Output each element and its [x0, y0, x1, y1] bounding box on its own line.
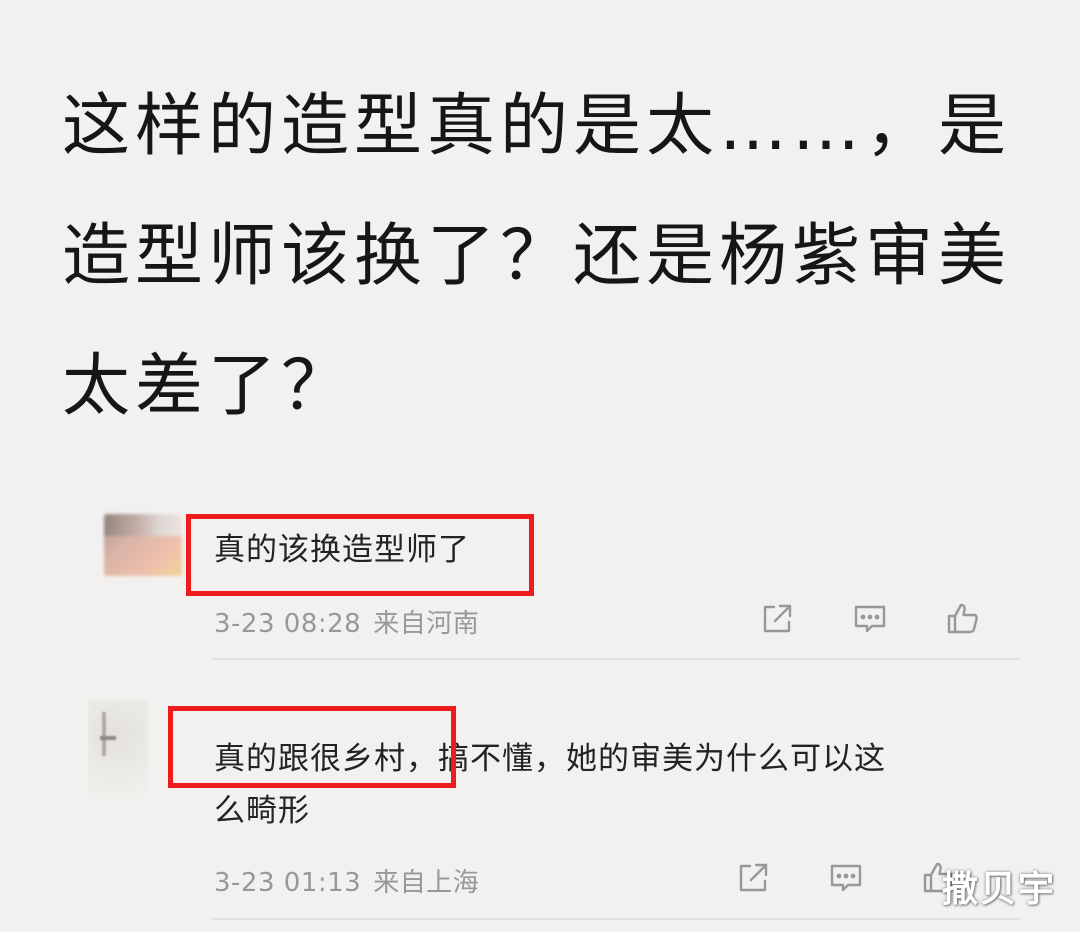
comment-location: 来自上海	[373, 868, 480, 898]
post-headline: 这样的造型真的是太……，是造型师该换了？还是杨紫审美太差了？	[62, 87, 1012, 426]
comment-icon[interactable]	[826, 858, 866, 898]
comment-icon[interactable]	[850, 599, 890, 639]
comment-location: 来自河南	[373, 609, 480, 639]
comment-divider	[212, 918, 1020, 920]
comment-text-line2: 么畸形	[214, 793, 310, 829]
comment-time: 3-23 01:13	[214, 868, 362, 898]
comment-meta: 3-23 08:28 来自河南	[214, 603, 479, 640]
comment-divider	[212, 658, 1020, 660]
watermark: 撒贝宇	[941, 869, 1056, 910]
share-icon[interactable]	[757, 599, 797, 639]
share-icon[interactable]	[733, 858, 773, 898]
commenter-avatar[interactable]	[104, 514, 182, 576]
comment-time: 3-23 08:28	[214, 609, 362, 639]
comment-meta: 3-23 01:13 来自上海	[214, 862, 479, 899]
commenter-avatar[interactable]	[88, 700, 148, 800]
like-icon[interactable]	[943, 599, 983, 639]
red-highlight-box	[168, 706, 456, 788]
red-highlight-box	[186, 514, 534, 596]
